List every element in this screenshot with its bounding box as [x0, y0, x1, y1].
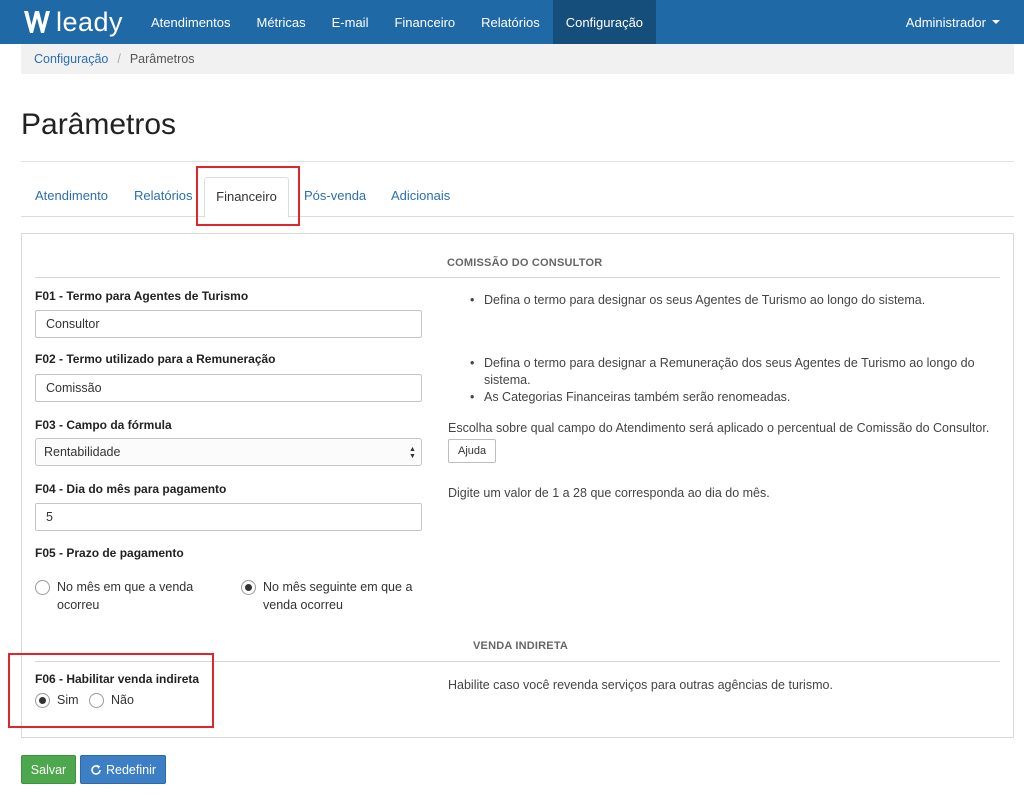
f02-help-text-1b: sistema. — [484, 373, 531, 387]
f01-input[interactable] — [35, 310, 422, 338]
top-navbar: leady Atendimentos Métricas E-mail Finan… — [0, 0, 1024, 44]
nav-item-atendimentos[interactable]: Atendimentos — [138, 0, 244, 44]
section-title-commission: COMISSÃO DO CONSULTOR — [447, 257, 603, 269]
leady-logo-icon — [24, 11, 50, 33]
f02-help-text-2: As Categorias Financeiras também serão r… — [484, 390, 791, 404]
f04-help: Digite um valor de 1 a 28 que correspond… — [448, 486, 770, 500]
section-divider-commission — [35, 277, 1000, 278]
tab-adicionais[interactable]: Adicionais — [391, 177, 450, 217]
nav-item-email[interactable]: E-mail — [319, 0, 382, 44]
f01-help-text: Defina o termo para designar os seus Age… — [484, 293, 926, 307]
f02-help-text-1: Defina o termo para designar a Remuneraç… — [484, 356, 975, 370]
f02-label: F02 - Termo utilizado para a Remuneração — [35, 352, 276, 366]
nav-item-financeiro[interactable]: Financeiro — [381, 0, 468, 44]
f06-help: Habilite caso você revenda serviços para… — [448, 678, 833, 692]
f05-option-same-month-label[interactable]: No mês em que a venda ocorreu — [57, 578, 193, 614]
f02-help: • Defina o termo para designar a Remunera… — [470, 356, 975, 404]
reset-button[interactable]: Redefinir — [80, 755, 166, 784]
tab-highlight-annotation — [196, 166, 300, 226]
f03-select-value: Rentabilidade — [44, 445, 121, 459]
f03-help: Escolha sobre qual campo do Atendimento … — [448, 421, 990, 435]
page-title: Parâmetros — [21, 108, 177, 141]
tab-pos-venda[interactable]: Pós-venda — [304, 177, 366, 217]
caret-down-icon — [992, 20, 1000, 24]
select-arrows-icon: ▲ ▼ — [409, 446, 416, 460]
f02-input[interactable] — [35, 374, 422, 402]
save-button[interactable]: Salvar — [21, 755, 76, 784]
nav-item-relatorios[interactable]: Relatórios — [468, 0, 553, 44]
section-title-indirect: VENDA INDIRETA — [473, 640, 569, 652]
f04-input[interactable] — [35, 503, 422, 531]
breadcrumb: Configuração / Parâmetros — [21, 44, 1014, 74]
breadcrumb-separator: / — [117, 52, 121, 66]
f03-help-button[interactable]: Ajuda — [448, 439, 497, 463]
tab-relatorios[interactable]: Relatórios — [134, 177, 193, 217]
refresh-icon — [91, 764, 101, 775]
reset-button-label: Redefinir — [105, 762, 157, 777]
title-divider — [21, 161, 1014, 162]
f01-help: • Defina o termo para designar os seus Ag… — [470, 293, 926, 307]
f05-option-next-month-label[interactable]: No mês seguinte em que a venda ocorreu — [263, 578, 412, 614]
breadcrumb-link-configuracao[interactable]: Configuração — [34, 52, 108, 66]
f01-label: F01 - Termo para Agentes de Turismo — [35, 289, 249, 303]
brand-name: leady — [56, 6, 124, 37]
f05-radio-next-month[interactable] — [241, 580, 256, 595]
f03-select[interactable]: Rentabilidade ▲ ▼ — [35, 438, 422, 466]
user-menu[interactable]: Administrador — [906, 0, 1024, 44]
user-menu-label: Administrador — [905, 14, 986, 30]
brand-logo[interactable]: leady — [0, 0, 138, 44]
f03-label: F03 - Campo da fórmula — [35, 418, 172, 432]
nav-item-configuracao[interactable]: Configuração — [552, 0, 657, 44]
f05-label: F05 - Prazo de pagamento — [35, 546, 184, 560]
f06-highlight-annotation — [8, 653, 214, 728]
f04-label: F04 - Dia do mês para pagamento — [35, 482, 227, 496]
nav-item-metricas[interactable]: Métricas — [244, 0, 319, 44]
tab-bar: Atendimento Relatórios Financeiro Pós-ve… — [21, 177, 1014, 218]
tab-atendimento[interactable]: Atendimento — [35, 177, 108, 217]
f05-radio-same-month[interactable] — [35, 580, 50, 595]
breadcrumb-current: Parâmetros — [129, 52, 195, 66]
